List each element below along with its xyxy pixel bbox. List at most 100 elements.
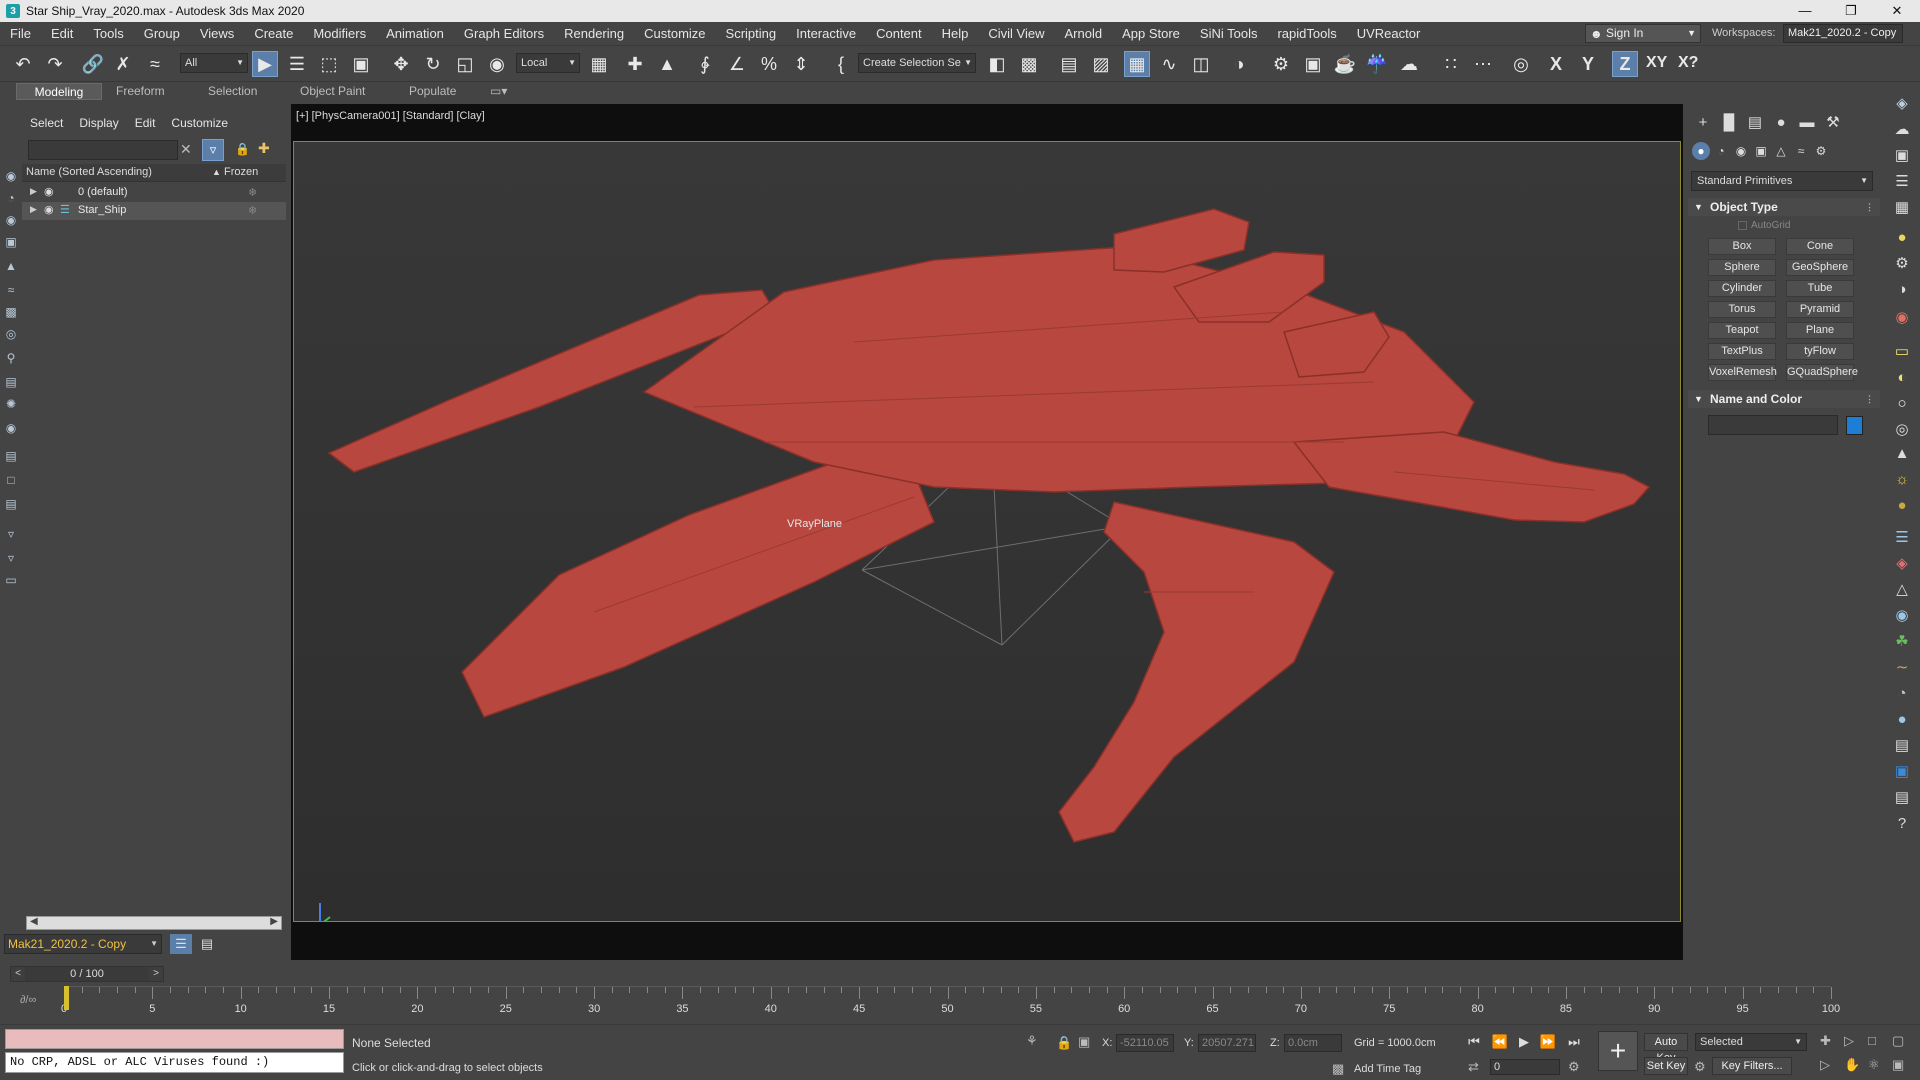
ref-coord-select[interactable]: Local ▼: [516, 53, 580, 73]
mirror-icon[interactable]: ◧: [984, 51, 1010, 77]
scatter-icon[interactable]: ◎: [1508, 51, 1534, 77]
display-groups-icon[interactable]: ▩: [3, 304, 19, 320]
filter-icon[interactable]: ▿: [202, 139, 224, 161]
select-by-name-icon[interactable]: ☰: [284, 51, 310, 77]
tab-modeling[interactable]: Modeling: [16, 83, 102, 100]
maxscript-listener-input[interactable]: [5, 1029, 344, 1049]
scatter-icon[interactable]: ☘: [1892, 632, 1912, 652]
add-time-tag-button[interactable]: Add Time Tag: [1354, 1063, 1421, 1075]
lights-icon[interactable]: ◉: [1732, 142, 1750, 160]
box-button[interactable]: Box: [1708, 238, 1776, 255]
filter-2-icon[interactable]: ▿: [3, 550, 19, 566]
decal-icon[interactable]: ◉: [1892, 606, 1912, 626]
display-containers-icon[interactable]: ▤: [3, 374, 19, 390]
material-ball-icon[interactable]: ●: [1892, 710, 1912, 730]
autogrid-checkbox[interactable]: AutoGrid: [1738, 220, 1790, 231]
explorer-menu-customize[interactable]: Customize: [163, 116, 236, 130]
explorer-horizontal-scrollbar[interactable]: ◀ ▶: [26, 916, 282, 930]
lock-icon[interactable]: 🔒: [235, 142, 250, 156]
list-icon[interactable]: ☰: [1892, 172, 1912, 192]
plane-icon[interactable]: △: [1892, 580, 1912, 600]
play-icon[interactable]: ▶: [1514, 1034, 1534, 1050]
teapot-button[interactable]: Teapot: [1708, 322, 1776, 339]
menu-rendering[interactable]: Rendering: [554, 26, 634, 41]
sphere-button[interactable]: Sphere: [1708, 259, 1776, 276]
log-icon[interactable]: ▤: [1892, 788, 1912, 808]
menu-sini-tools[interactable]: SiNi Tools: [1190, 26, 1268, 41]
pan-icon[interactable]: ✋: [1844, 1057, 1860, 1073]
torus-button[interactable]: Torus: [1708, 301, 1776, 318]
motion-tab-icon[interactable]: ●: [1770, 112, 1792, 134]
toggle-ribbon-icon[interactable]: ▦: [1124, 51, 1150, 77]
axis-xq-button[interactable]: X?: [1678, 54, 1698, 72]
sign-in-dropdown[interactable]: ☻ Sign In ▼: [1585, 24, 1701, 43]
menu-create[interactable]: Create: [244, 26, 303, 41]
y-coord-field[interactable]: 20507.271: [1198, 1034, 1256, 1052]
curve-editor-icon[interactable]: ∿: [1156, 51, 1182, 77]
axis-xy-button[interactable]: XY: [1646, 54, 1667, 72]
visibility-eye-icon[interactable]: ◉: [44, 185, 54, 198]
render-setup-icon[interactable]: ⚙: [1268, 51, 1294, 77]
zoom-all-icon[interactable]: ▷: [1844, 1033, 1854, 1049]
placement-icon[interactable]: ◉: [484, 51, 510, 77]
z-coord-field[interactable]: 0.0cm: [1284, 1034, 1342, 1052]
window-crossing-icon[interactable]: ▣: [348, 51, 374, 77]
filter-icon[interactable]: ▿: [3, 526, 19, 542]
current-frame-field[interactable]: 0: [1490, 1059, 1560, 1075]
list-item[interactable]: ▶ ◉ 0 (default) ❄: [22, 184, 286, 202]
go-to-start-icon[interactable]: ⏮: [1464, 1034, 1484, 1050]
cone-button[interactable]: Cone: [1786, 238, 1854, 255]
display-bones-icon[interactable]: ⚲: [3, 350, 19, 366]
mesh-light-icon[interactable]: ◎: [1892, 420, 1912, 440]
textplus-button[interactable]: TextPlus: [1708, 343, 1776, 360]
set-key-button[interactable]: +: [1598, 1031, 1638, 1071]
plane-light-icon[interactable]: ▭: [1892, 342, 1912, 362]
ies-light-icon[interactable]: ▲: [1892, 444, 1912, 464]
column-name[interactable]: Name (Sorted Ascending): [26, 166, 152, 178]
select-object-icon[interactable]: ▶: [252, 51, 278, 77]
axis-x-button[interactable]: X: [1550, 54, 1562, 75]
snap-options-icon[interactable]: ⋯: [1470, 51, 1496, 77]
table-icon[interactable]: ▦: [1892, 198, 1912, 218]
render-in-cloud-icon[interactable]: ☁: [1396, 51, 1422, 77]
timeline-track[interactable]: 0510152025303540455055606570758085909510…: [61, 986, 1840, 1016]
keyboard-shortcut-icon[interactable]: ▲: [654, 51, 680, 77]
camera-icon[interactable]: ◉: [1892, 308, 1912, 328]
display-lights-icon[interactable]: ◉: [3, 212, 19, 228]
visibility-eye-icon[interactable]: ◉: [44, 203, 54, 216]
menu-app-store[interactable]: App Store: [1112, 26, 1190, 41]
zoom-extents-icon[interactable]: □: [1868, 1033, 1876, 1048]
menu-edit[interactable]: Edit: [41, 26, 83, 41]
time-slider-next-icon[interactable]: >: [149, 967, 163, 981]
ambient-light-icon[interactable]: ●: [1892, 496, 1912, 516]
link-icon[interactable]: 🔗: [80, 51, 106, 77]
help-icon[interactable]: ?: [1892, 814, 1912, 834]
cylinder-button[interactable]: Cylinder: [1708, 280, 1776, 297]
shapes-icon[interactable]: ◔: [1712, 142, 1730, 160]
add-layer-icon[interactable]: ✚: [258, 140, 270, 157]
time-slider[interactable]: < 0 / 100 >: [10, 966, 164, 982]
expand-icon[interactable]: ▶: [30, 186, 37, 197]
viewport-label[interactable]: [+] [PhysCamera001] [Standard] [Clay]: [296, 110, 485, 122]
display-cameras-icon[interactable]: ▣: [3, 234, 19, 250]
menu-civil-view[interactable]: Civil View: [978, 26, 1054, 41]
ribbon-options-icon[interactable]: ▭▾: [482, 83, 515, 100]
axis-z-button[interactable]: Z: [1612, 51, 1638, 77]
frozen-toggle-icon[interactable]: ❄: [248, 186, 257, 199]
pivot-center-icon[interactable]: ▦: [586, 51, 612, 77]
explorer-menu-edit[interactable]: Edit: [127, 116, 164, 130]
cloud-icon[interactable]: ☁: [1892, 120, 1912, 140]
menu-views[interactable]: Views: [190, 26, 244, 41]
explorer-menu-display[interactable]: Display: [71, 116, 126, 130]
orbit-icon[interactable]: ⚛: [1868, 1057, 1880, 1073]
perspective-viewport[interactable]: VRayPlane: [293, 141, 1681, 922]
menu-graph-editors[interactable]: Graph Editors: [454, 26, 554, 41]
rotate-icon[interactable]: ↻: [420, 51, 446, 77]
display-xrefs-icon[interactable]: ◎: [3, 326, 19, 342]
explorer-workspace-select[interactable]: Mak21_2020.2 - Copy ▼: [4, 934, 162, 954]
bind-space-warp-icon[interactable]: ≈: [142, 51, 168, 77]
menu-group[interactable]: Group: [134, 26, 190, 41]
hair-icon[interactable]: ∼: [1892, 658, 1912, 678]
object-name-input[interactable]: [1708, 415, 1838, 435]
rendered-frame-window-icon[interactable]: ▣: [1300, 51, 1326, 77]
